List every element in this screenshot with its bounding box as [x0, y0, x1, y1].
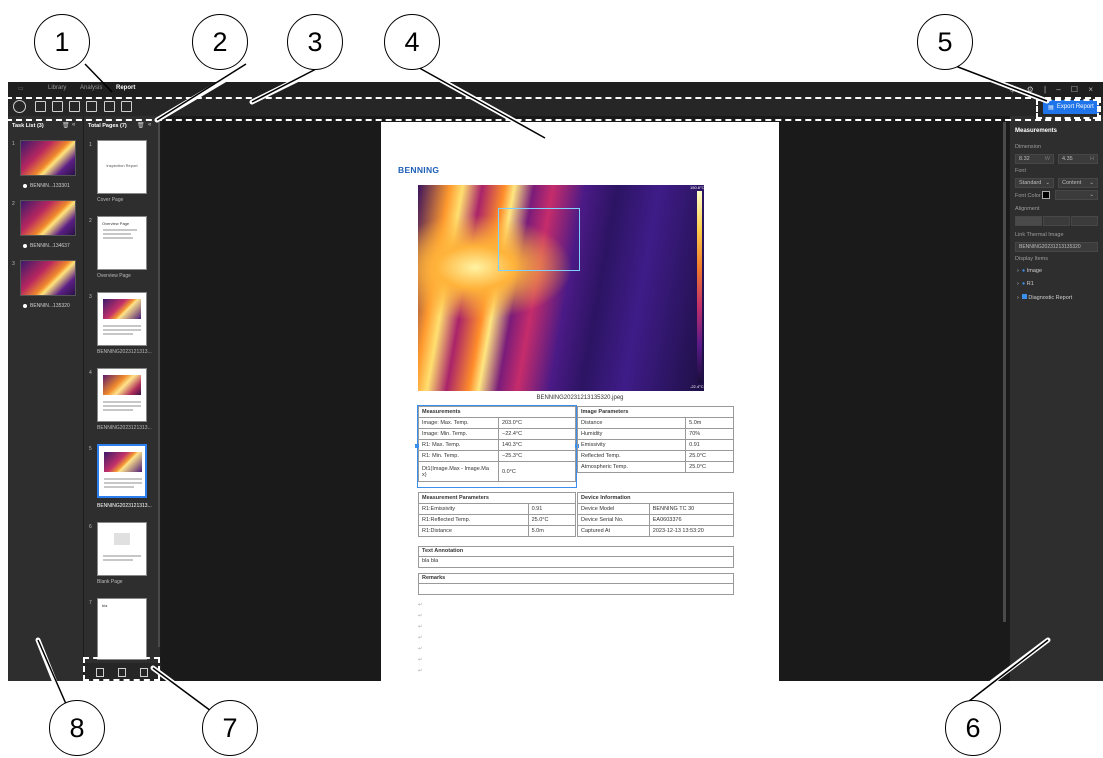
figure: ▭ Library Analysis Report ⏀ ⚙ | – ☐ × ▤ …: [0, 0, 1103, 758]
callout-2: 2: [192, 14, 248, 70]
callout-3: 3: [287, 14, 343, 70]
callout-6: 6: [945, 700, 1001, 756]
callout-8: 8: [49, 700, 105, 756]
callout-1: 1: [34, 14, 90, 70]
callout-5: 5: [917, 14, 973, 70]
callout-7: 7: [202, 700, 258, 756]
leader-lines: [35, 57, 1051, 714]
callout-4: 4: [384, 14, 440, 70]
